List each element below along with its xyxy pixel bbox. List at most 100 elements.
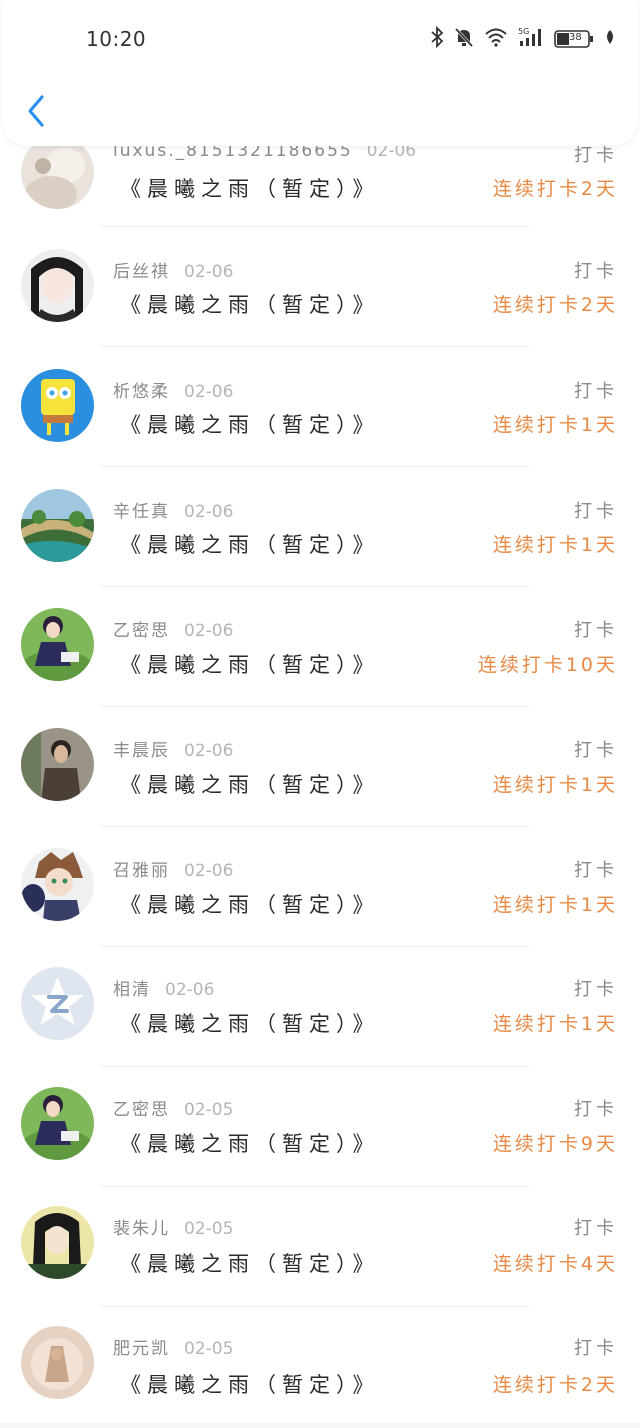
- book-title: 《晨曦之雨（暂定）》: [120, 533, 380, 557]
- post-date: 02-06: [165, 980, 215, 1000]
- avatar[interactable]: [21, 489, 94, 562]
- user-meta: 裴朱儿 02-05: [113, 1214, 233, 1239]
- streak-label: 连续打卡1天: [492, 414, 618, 436]
- chevron-left-icon: [28, 95, 44, 127]
- checkin-label: 打卡: [574, 261, 618, 282]
- post-date: 02-05: [184, 1219, 234, 1239]
- post-date: 02-06: [184, 262, 234, 282]
- list-item[interactable]: 丰晨辰 02-06 《晨曦之雨（暂定）》 打卡 连续打卡1天: [0, 708, 640, 828]
- user-meta: 相清 02-06: [113, 975, 214, 1000]
- user-name: 丰晨辰: [113, 741, 170, 761]
- user-meta: 辛任真 02-06: [113, 497, 233, 522]
- status-time: 10:20: [86, 27, 147, 51]
- post-date: 02-06: [184, 382, 234, 402]
- post-date: 02-06: [184, 621, 234, 641]
- bluetooth-icon: [430, 25, 444, 52]
- divider: [100, 586, 530, 587]
- checkin-label: 打卡: [574, 1099, 618, 1120]
- divider: [100, 1306, 530, 1307]
- post-date: 02-05: [184, 1339, 234, 1359]
- list-item[interactable]: 乙密思 02-05 《晨曦之雨（暂定）》 打卡 连续打卡9天: [0, 1068, 640, 1188]
- signal-5g-icon: 5G: [518, 26, 544, 52]
- user-meta: 后丝祺 02-06: [113, 257, 233, 282]
- book-title: 《晨曦之雨（暂定）》: [120, 1012, 380, 1036]
- book-title: 《晨曦之雨（暂定）》: [120, 413, 380, 437]
- checkin-label: 打卡: [574, 501, 618, 522]
- divider: [100, 706, 530, 707]
- battery-level: 38: [569, 32, 582, 43]
- checkin-label: 打卡: [574, 620, 618, 641]
- book-title: 《晨曦之雨（暂定）》: [120, 293, 380, 317]
- status-icons: 5G 38: [430, 25, 616, 52]
- user-name: 裴朱儿: [113, 1219, 170, 1239]
- list-item[interactable]: 裴朱儿 02-05 《晨曦之雨（暂定）》 打卡 连续打卡4天: [0, 1188, 640, 1308]
- user-meta: 召雅丽 02-06: [113, 856, 233, 881]
- user-name: 乙密思: [113, 621, 170, 641]
- book-title: 《晨曦之雨（暂定）》: [120, 177, 380, 201]
- user-name: 肥元凯: [113, 1339, 170, 1359]
- svg-text:5G: 5G: [518, 27, 529, 36]
- checkin-label: 打卡: [574, 979, 618, 1000]
- streak-label: 连续打卡2天: [492, 1374, 618, 1396]
- user-name: 相清: [113, 980, 151, 1000]
- divider: [100, 466, 530, 467]
- streak-label: 连续打卡1天: [492, 774, 618, 796]
- list-item[interactable]: 辛任真 02-06 《晨曦之雨（暂定）》 打卡 连续打卡1天: [0, 468, 640, 588]
- user-name: 召雅丽: [113, 861, 170, 881]
- streak-label: 连续打卡9天: [492, 1133, 618, 1155]
- list-item[interactable]: 析悠柔 02-06 《晨曦之雨（暂定）》 打卡 连续打卡1天: [0, 348, 640, 468]
- streak-label: 连续打卡10天: [477, 654, 618, 676]
- streak-label: 连续打卡1天: [492, 894, 618, 916]
- list-item[interactable]: 召雅丽 02-06 《晨曦之雨（暂定）》 打卡 连续打卡1天: [0, 828, 640, 948]
- book-title: 《晨曦之雨（暂定）》: [120, 1132, 380, 1156]
- checkin-label: 打卡: [574, 1218, 618, 1239]
- user-meta: 肥元凯 02-05: [113, 1334, 233, 1359]
- avatar[interactable]: [21, 967, 94, 1040]
- list-item[interactable]: 乙密思 02-06 《晨曦之雨（暂定）》 打卡 连续打卡10天: [0, 588, 640, 708]
- user-meta: 乙密思 02-06: [113, 616, 233, 641]
- post-date: 02-06: [184, 502, 234, 522]
- avatar[interactable]: [21, 1087, 94, 1160]
- divider: [100, 226, 530, 227]
- list-item[interactable]: 后丝祺 02-06 《晨曦之雨（暂定）》 打卡 连续打卡2天: [0, 228, 640, 348]
- user-meta: 丰晨辰 02-06: [113, 736, 233, 761]
- leaf-icon: [604, 28, 616, 50]
- divider: [100, 346, 530, 347]
- avatar[interactable]: [21, 728, 94, 801]
- user-name: 后丝祺: [113, 262, 170, 282]
- list-item[interactable]: 相清 02-06 《晨曦之雨（暂定）》 打卡 连续打卡1天: [0, 948, 640, 1068]
- back-button[interactable]: [24, 94, 50, 128]
- book-title: 《晨曦之雨（暂定）》: [120, 1252, 380, 1276]
- user-name: 辛任真: [113, 502, 170, 522]
- divider: [100, 1186, 530, 1187]
- book-title: 《晨曦之雨（暂定）》: [120, 1373, 380, 1397]
- checkin-label: 打卡: [574, 381, 618, 402]
- avatar[interactable]: [21, 136, 94, 209]
- list-item[interactable]: 肥元凯 02-05 《晨曦之雨（暂定）》 打卡 连续打卡2天: [0, 1308, 640, 1428]
- avatar[interactable]: [21, 369, 94, 442]
- post-date: 02-06: [184, 741, 234, 761]
- avatar[interactable]: [21, 249, 94, 322]
- streak-label: 连续打卡1天: [492, 534, 618, 556]
- streak-label: 连续打卡2天: [492, 178, 618, 200]
- divider: [100, 946, 530, 947]
- book-title: 《晨曦之雨（暂定）》: [120, 893, 380, 917]
- mute-bell-icon: [454, 26, 474, 52]
- wifi-icon: [484, 27, 508, 51]
- avatar[interactable]: [21, 848, 94, 921]
- avatar[interactable]: [21, 1326, 94, 1399]
- divider: [100, 826, 530, 827]
- avatar[interactable]: [21, 1206, 94, 1279]
- post-date: 02-06: [184, 861, 234, 881]
- avatar[interactable]: [21, 608, 94, 681]
- divider: [100, 1066, 530, 1067]
- battery-icon: 38: [554, 29, 594, 49]
- checkin-label: 打卡: [574, 860, 618, 881]
- streak-label: 连续打卡1天: [492, 1013, 618, 1035]
- top-bar: 10:20 5G 38: [2, 0, 638, 146]
- post-date: 02-05: [184, 1100, 234, 1120]
- user-name: 析悠柔: [113, 382, 170, 402]
- book-title: 《晨曦之雨（暂定）》: [120, 653, 380, 677]
- streak-label: 连续打卡2天: [492, 294, 618, 316]
- checkin-list: luxus._8151321186655 02-06 《晨曦之雨（暂定）》 打卡 …: [0, 0, 640, 1423]
